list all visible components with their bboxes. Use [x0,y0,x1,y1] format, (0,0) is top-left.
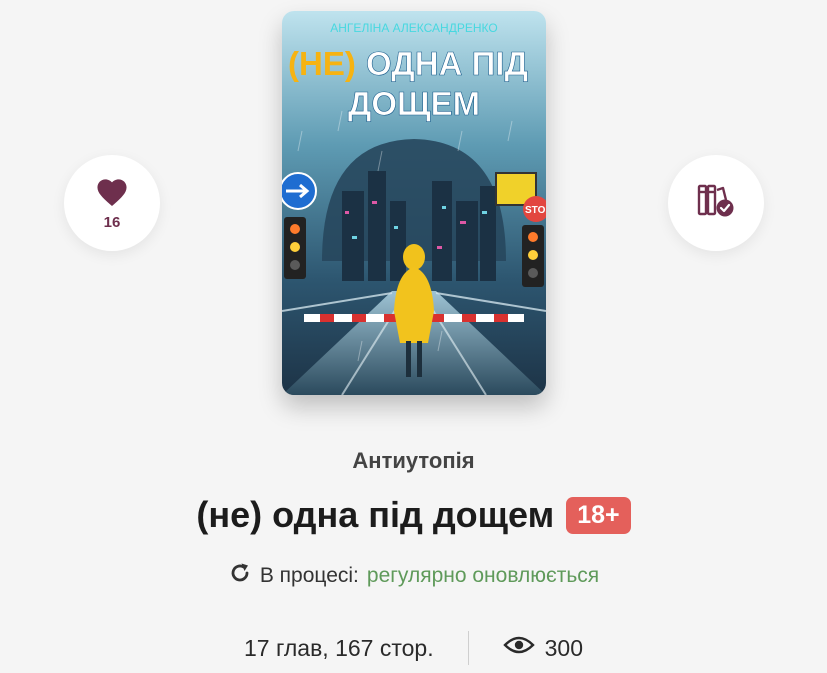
age-rating-badge: 18+ [566,496,631,534]
status-value: регулярно оновлюється [366,564,600,587]
cover-title-highlight: (НЕ) [288,45,356,82]
stats-divider [467,631,469,665]
chapters-pages: 17 глав, 167 стор. [244,634,434,661]
title-row: (не) одна під дощем 18+ [0,494,827,536]
library-check-icon [696,182,736,225]
eye-icon [502,634,535,662]
cover-title-line1: ОДНА ПІД [366,45,528,82]
views-value: 300 [544,634,583,661]
status-row: В процесі: регулярно оновлюється [0,561,827,591]
heart-icon [94,175,130,212]
book-genre[interactable]: Антиутопія [0,448,827,474]
views-count: 300 [502,634,583,662]
refresh-icon [228,561,252,591]
stats-row: 17 глав, 167 стор. 300 [0,630,827,666]
add-to-library-button[interactable] [668,155,764,251]
book-cover[interactable]: STO АНГЕЛІНА АЛЕКСАНДРЕНКО (НЕ) ОДНА ПІД… [282,11,546,395]
cover-author: АНГЕЛІНА АЛЕКСАНДРЕНКО [330,21,497,35]
like-button[interactable]: 16 [64,155,160,251]
likes-count: 16 [103,214,121,231]
stop-sign-text: STO [525,205,546,216]
cover-title-line2: ДОЩЕМ [348,85,480,122]
book-title: (не) одна під дощем [196,494,555,535]
status-label: В процесі: [259,564,359,587]
